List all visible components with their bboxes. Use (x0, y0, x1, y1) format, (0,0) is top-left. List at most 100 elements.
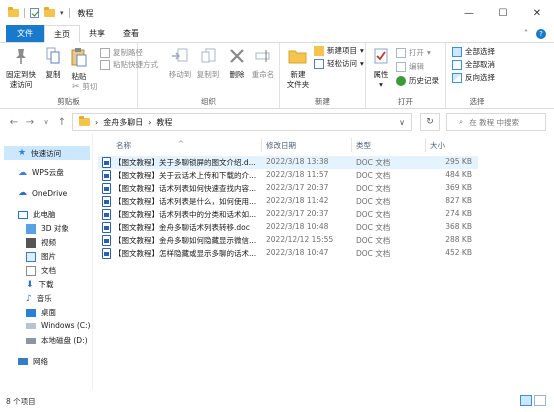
nav-item-drive-c[interactable]: Windows (C:) (26, 321, 90, 330)
chevron-down-icon: ▾ (360, 46, 364, 55)
edit-button[interactable]: 编辑 (396, 61, 424, 72)
properties-button[interactable]: 属性 ▾ (370, 47, 392, 90)
word-document-icon (102, 235, 111, 246)
column-header-date[interactable]: 修改日期 (266, 140, 296, 151)
cube-icon (26, 223, 36, 234)
refresh-button[interactable]: ↻ (420, 113, 440, 131)
network-icon (18, 358, 28, 365)
nav-item-3d-objects[interactable]: 3D 对象 (26, 223, 69, 234)
new-folder-button[interactable]: 新建 文件夹 (284, 47, 312, 90)
copy-button[interactable]: 复制 (42, 47, 64, 80)
nav-item-quick-access[interactable]: ★ 快速访问 (4, 146, 90, 160)
nav-item-this-pc[interactable]: 此电脑 (18, 209, 56, 220)
nav-item-downloads[interactable]: ⬇ 下载 (26, 279, 54, 290)
cut-button[interactable]: ✂ 剪切 (72, 81, 98, 92)
file-row[interactable]: 【图文教程】怎样隐藏或显示多聊的话术... 2022/3/18 10:47 DO… (98, 247, 478, 260)
select-none-button[interactable]: 全部取消 (452, 59, 495, 70)
history-button[interactable]: 历史记录 (396, 75, 439, 86)
copy-path-button[interactable]: 复制路径 (100, 47, 143, 58)
nav-item-music[interactable]: ♪ 音乐 (26, 293, 52, 304)
group-label: 选择 (469, 97, 485, 106)
file-row[interactable]: 【图文教程】关于云话术上传和下载的介... 2022/3/18 11:57 DO… (98, 169, 478, 182)
rename-button[interactable]: 重命名 (250, 47, 276, 80)
file-date: 2022/12/12 15:55 (266, 235, 334, 244)
column-divider[interactable] (261, 138, 262, 152)
details-view-icon[interactable] (520, 395, 532, 406)
copy-icon (46, 47, 60, 64)
file-name: 【图文教程】金舟多聊话术列表转移.doc (114, 223, 250, 232)
close-button[interactable]: ✕ (520, 0, 554, 26)
new-item-button[interactable]: 新建项目 ▾ (314, 45, 364, 56)
back-arrow-icon[interactable]: ← (6, 117, 22, 128)
nav-item-pictures[interactable]: 图片 (26, 251, 56, 262)
chevron-down-icon: ▾ (379, 80, 383, 89)
delete-button[interactable]: 删除 (226, 47, 248, 80)
tab-home[interactable]: 主页 (44, 25, 80, 43)
pin-quick-access-button[interactable]: 固定到快 速访问 (6, 47, 36, 90)
nav-item-onedrive[interactable]: ☁ OneDrive (18, 188, 67, 198)
invert-selection-label: 反向选择 (465, 73, 495, 82)
search-box[interactable]: ⌕ 在 教程 中搜索 (446, 113, 546, 131)
tab-view[interactable]: 查看 (114, 25, 148, 42)
customize-toolbar-dropdown[interactable]: ▾ (60, 9, 64, 17)
column-header-type[interactable]: 类型 (356, 140, 371, 151)
word-document-icon (102, 157, 111, 168)
column-header-size[interactable]: 大小 (430, 140, 445, 151)
file-row[interactable]: 【图文教程】金舟多聊话术列表转移.doc 2022/3/18 10:48 DOC… (98, 221, 478, 234)
address-dropdown-chevron-icon[interactable]: ∨ (399, 118, 405, 127)
new-folder-icon[interactable] (44, 7, 55, 17)
tab-share[interactable]: 共享 (80, 25, 114, 42)
paste-button[interactable]: 粘贴 (68, 47, 90, 82)
file-row[interactable]: 【图文教程】关于多聊锁屏的图文介绍.d... 2022/3/18 13:38 D… (98, 156, 478, 169)
nav-item-videos[interactable]: 视频 (26, 237, 56, 248)
column-header-name[interactable]: 名称 (116, 140, 131, 151)
up-arrow-icon[interactable]: ↑ (54, 117, 70, 128)
file-row[interactable]: 【图文教程】话术列表如何快速查找内容... 2022/3/17 20:37 DO… (98, 182, 478, 195)
recent-locations-chevron-icon[interactable]: ∨ (38, 118, 54, 126)
pane-divider[interactable] (92, 133, 93, 389)
breadcrumb-item[interactable]: 教程 (156, 117, 172, 128)
file-size: 295 KB (445, 157, 472, 166)
file-type: DOC 文档 (356, 184, 391, 193)
help-icon[interactable]: ? (536, 29, 546, 39)
column-divider[interactable] (351, 138, 352, 152)
nav-item-wps-cloud[interactable]: ☁ WPS云盘 (18, 167, 64, 178)
breadcrumb-separator-icon: › (95, 117, 99, 127)
navigation-pane: ★ 快速访问 ☁ WPS云盘 ☁ OneDrive 此电脑 3D 对象 视频 图片 文… (0, 140, 92, 390)
invert-selection-button[interactable]: 反向选择 (452, 72, 495, 83)
maximize-button[interactable]: ☐ (486, 0, 520, 26)
group-label: 剪贴板 (57, 97, 80, 106)
breadcrumb-item[interactable]: 金舟多聊日 (103, 117, 143, 128)
file-type: DOC 文档 (356, 249, 391, 258)
file-row[interactable]: 【图文教程】话术列表中的分类和话术如... 2022/3/17 20:37 DO… (98, 208, 478, 221)
nav-item-network[interactable]: 网络 (18, 356, 48, 367)
copy-to-label: 复制到 (196, 70, 220, 79)
select-all-icon (452, 46, 462, 57)
column-divider[interactable] (425, 138, 426, 152)
open-button[interactable]: 打开 ▾ (396, 47, 431, 58)
file-row[interactable]: 【图文教程】话术列表是什么，如何使用... 2022/3/18 11:42 DO… (98, 195, 478, 208)
move-to-button[interactable]: 移动到 (166, 47, 194, 80)
column-headers: ^ 名称 修改日期 类型 大小 (98, 136, 478, 152)
nav-item-documents[interactable]: 文档 (26, 265, 56, 276)
nav-item-label: 图片 (41, 252, 56, 261)
nav-item-desktop[interactable]: 桌面 (26, 307, 56, 318)
nav-item-label: WPS云盘 (32, 168, 64, 177)
minimize-button[interactable]: — (452, 0, 486, 26)
collapse-ribbon-chevron-icon[interactable]: ˄ (524, 29, 528, 39)
copy-to-button[interactable]: 复制到 (194, 47, 222, 80)
forward-arrow-icon[interactable]: → (22, 117, 38, 128)
file-type: DOC 文档 (356, 236, 391, 245)
file-row[interactable]: 【图文教程】金舟多聊如何隐藏显示微信... 2022/12/12 15:55 D… (98, 234, 478, 247)
tab-file[interactable]: 文件 (6, 25, 44, 42)
breadcrumb[interactable]: › 金舟多聊日 › 教程 ∨ (72, 113, 412, 131)
nav-item-label: 视频 (41, 238, 56, 247)
file-date: 2022/3/18 10:48 (266, 222, 329, 231)
video-icon (26, 237, 36, 248)
select-all-button[interactable]: 全部选择 (452, 46, 495, 57)
properties-check-icon[interactable] (30, 8, 39, 18)
copy-to-icon (201, 48, 216, 63)
nav-item-drive-d[interactable]: 本地磁盘 (D:) (26, 335, 88, 346)
large-icons-view-icon[interactable] (534, 395, 546, 406)
easy-access-button[interactable]: 轻松访问 ▾ (314, 58, 364, 69)
